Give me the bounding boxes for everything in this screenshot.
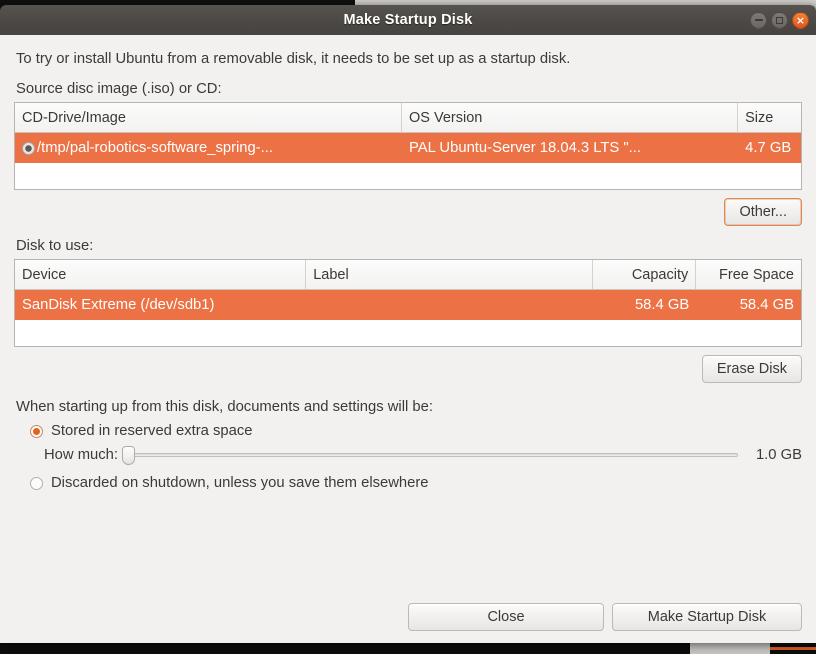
disk-free-space-cell: 58.4 GB — [739, 297, 794, 313]
options-prompt: When starting up from this disk, documen… — [16, 399, 433, 415]
maximize-button[interactable] — [771, 11, 788, 29]
close-window-button[interactable]: × — [792, 11, 809, 29]
disk-label-cell — [306, 290, 593, 320]
column-header-os-version[interactable]: OS Version — [402, 103, 739, 132]
how-much-label: How much: — [44, 447, 119, 463]
table-row[interactable]: /tmp/pal-robotics-software_spring-... PA… — [15, 133, 801, 163]
window-title: Make Startup Disk — [343, 12, 473, 28]
title-bar[interactable]: Make Startup Disk × — [0, 5, 816, 35]
source-table-header: CD-Drive/Image OS Version Size — [15, 103, 801, 133]
make-startup-disk-button[interactable]: Make Startup Disk — [612, 603, 802, 631]
column-header-free-space[interactable]: Free Space — [696, 260, 801, 289]
radio-option-stored-label: Stored in reserved extra space — [51, 423, 253, 439]
disk-capacity-cell: 58.4 GB — [634, 297, 690, 313]
radio-selected-icon[interactable] — [30, 424, 43, 438]
radio-option-discarded-label: Discarded on shutdown, unless you save t… — [51, 475, 429, 491]
disk-device-cell: SanDisk Extreme (/dev/sdb1) — [22, 297, 215, 313]
source-table-empty-area[interactable] — [15, 163, 801, 189]
column-header-device[interactable]: Device — [15, 260, 307, 289]
reserved-space-slider[interactable] — [122, 445, 738, 465]
how-much-slider-row: How much: 1.0 GB — [44, 445, 802, 465]
make-startup-disk-window: Make Startup Disk × To try or install Ub… — [0, 5, 816, 643]
footer-buttons: Close Make Startup Disk — [14, 603, 802, 633]
close-button[interactable]: Close — [408, 603, 604, 631]
slider-handle[interactable] — [122, 445, 136, 465]
slider-value-label: 1.0 GB — [755, 447, 802, 463]
source-drive-cell[interactable]: /tmp/pal-robotics-software_spring-... — [15, 133, 402, 163]
minimize-button[interactable] — [750, 11, 767, 29]
source-disc-table[interactable]: CD-Drive/Image OS Version Size /tmp/pal-… — [14, 102, 802, 190]
disk-table-header: Device Label Capacity Free Space — [15, 260, 801, 290]
column-header-size[interactable]: Size — [738, 103, 801, 132]
column-header-cd-drive-image[interactable]: CD-Drive/Image — [15, 103, 402, 132]
close-icon: × — [795, 13, 806, 27]
window-controls: × — [750, 5, 809, 35]
erase-disk-button[interactable]: Erase Disk — [701, 355, 802, 383]
radio-option-stored[interactable]: Stored in reserved extra space — [30, 423, 802, 439]
source-section-label: Source disc image (.iso) or CD: — [16, 81, 222, 97]
source-size-cell: 4.7 GB — [745, 140, 792, 156]
desktop-background-bottom-accent — [770, 647, 816, 650]
disk-table-empty-area[interactable] — [15, 320, 801, 346]
column-header-label[interactable]: Label — [306, 260, 594, 289]
radio-unselected-icon[interactable] — [30, 476, 43, 490]
disk-to-use-table[interactable]: Device Label Capacity Free Space SanDisk… — [14, 259, 802, 347]
other-button[interactable]: Other... — [724, 198, 802, 226]
radio-option-discarded[interactable]: Discarded on shutdown, unless you save t… — [30, 475, 802, 491]
radio-selected-icon[interactable] — [22, 141, 35, 155]
source-os-version-cell: PAL Ubuntu-Server 18.04.3 LTS "... — [409, 140, 641, 156]
dialog-body: To try or install Ubuntu from a removabl… — [0, 35, 816, 643]
intro-text: To try or install Ubuntu from a removabl… — [16, 51, 571, 67]
maximize-icon — [776, 16, 783, 24]
column-header-capacity[interactable]: Capacity — [593, 260, 697, 289]
source-button-row: Other... — [14, 198, 802, 226]
slider-track[interactable] — [122, 453, 738, 457]
disk-button-row: Erase Disk — [14, 355, 802, 383]
desktop-background-bottom-light — [690, 642, 770, 654]
disk-section-label: Disk to use: — [16, 238, 94, 254]
table-row[interactable]: SanDisk Extreme (/dev/sdb1) 58.4 GB 58.4… — [15, 290, 801, 320]
source-drive-path: /tmp/pal-robotics-software_spring-... — [37, 140, 274, 156]
startup-options-block: When starting up from this disk, documen… — [14, 399, 802, 497]
minimize-icon — [754, 19, 763, 21]
